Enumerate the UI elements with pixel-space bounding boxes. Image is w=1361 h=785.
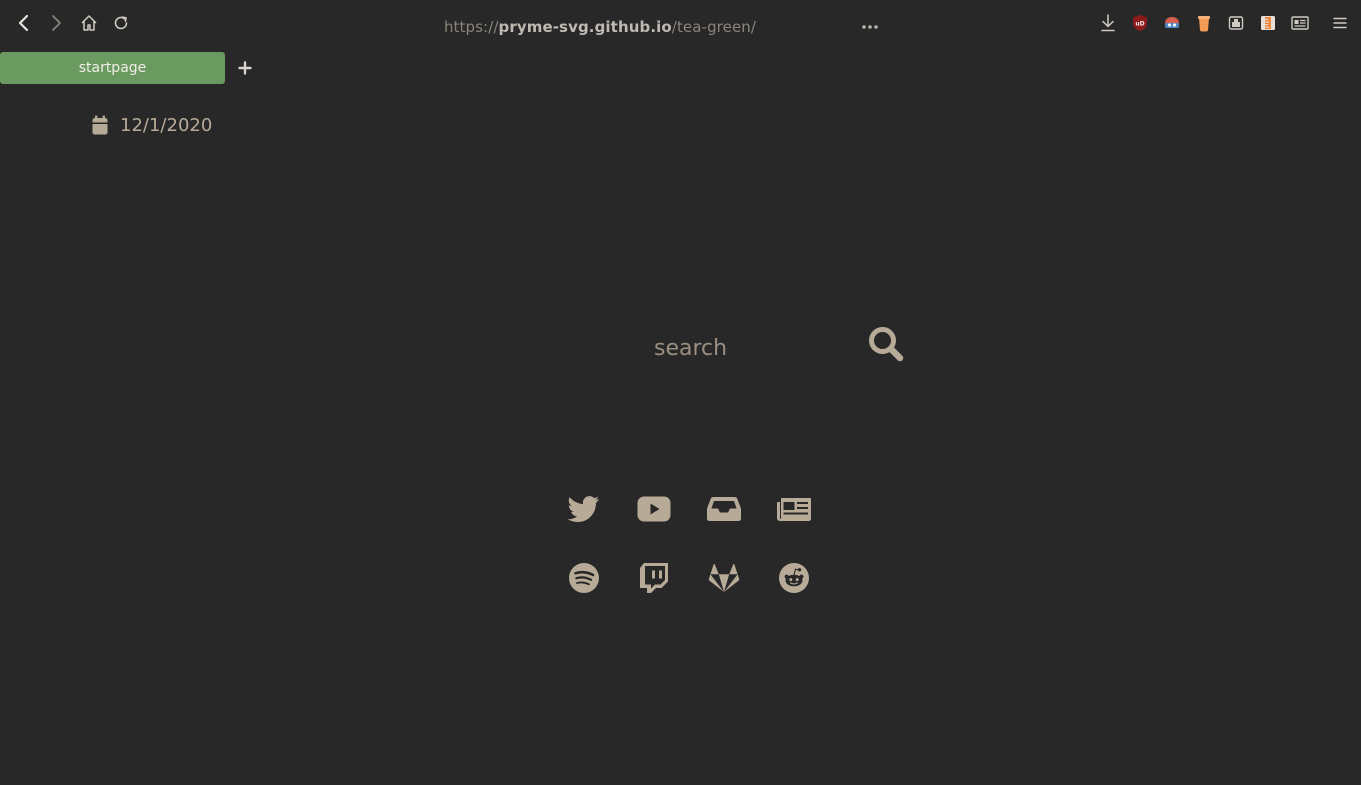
twitch-link[interactable] bbox=[629, 555, 679, 601]
url-path: /tea-green/ bbox=[671, 18, 757, 36]
search-box bbox=[652, 324, 912, 372]
forward-button[interactable] bbox=[43, 10, 69, 36]
search-button[interactable] bbox=[866, 324, 906, 364]
honey-icon bbox=[1198, 16, 1210, 32]
url-host: pryme-svg.github.io bbox=[498, 18, 672, 36]
reader-view-extension[interactable] bbox=[1291, 14, 1309, 32]
inbox-link[interactable] bbox=[699, 486, 749, 532]
gitlab-link[interactable] bbox=[699, 555, 749, 601]
page-actions-button[interactable] bbox=[858, 16, 882, 38]
main-menu-button[interactable] bbox=[1331, 14, 1349, 32]
news-link[interactable] bbox=[769, 486, 819, 532]
home-button[interactable] bbox=[76, 10, 102, 36]
twitter-icon bbox=[568, 496, 599, 522]
spotify-icon bbox=[569, 563, 599, 593]
plus-icon bbox=[238, 61, 252, 75]
reload-icon bbox=[114, 16, 128, 30]
ellipsis-icon bbox=[862, 25, 878, 29]
reddit-icon bbox=[779, 563, 809, 593]
container-extension[interactable] bbox=[1227, 14, 1245, 32]
container-icon bbox=[1228, 16, 1244, 30]
gitlab-icon bbox=[708, 564, 740, 592]
url-bar[interactable]: https://pryme-svg.github.io/tea-green/ bbox=[340, 12, 860, 42]
date-display: 12/1/2020 bbox=[91, 112, 212, 138]
ruler-icon bbox=[1261, 16, 1275, 30]
tab-startpage[interactable]: startpage bbox=[0, 52, 225, 84]
ublock-extension[interactable]: uD bbox=[1131, 14, 1149, 32]
search-icon bbox=[869, 327, 904, 362]
reader-view-icon bbox=[1291, 16, 1309, 30]
downloads-button[interactable] bbox=[1099, 14, 1117, 32]
honey-extension[interactable] bbox=[1195, 14, 1213, 32]
reddit-link[interactable] bbox=[769, 555, 819, 601]
youtube-link[interactable] bbox=[629, 486, 679, 532]
youtube-icon bbox=[637, 496, 671, 522]
svg-text:uD: uD bbox=[1135, 21, 1144, 28]
home-icon bbox=[81, 15, 97, 31]
privacy-badger-icon bbox=[1165, 17, 1179, 28]
download-icon bbox=[1101, 14, 1115, 32]
newspaper-icon bbox=[777, 498, 811, 521]
forward-arrow-icon bbox=[52, 15, 61, 31]
reload-button[interactable] bbox=[108, 10, 134, 36]
back-arrow-icon bbox=[18, 14, 29, 32]
twitter-link[interactable] bbox=[559, 486, 609, 532]
spotify-link[interactable] bbox=[559, 555, 609, 601]
new-tab-button[interactable] bbox=[234, 57, 256, 79]
inbox-icon bbox=[707, 497, 741, 521]
url-scheme: https:// bbox=[443, 18, 499, 36]
calendar-icon bbox=[92, 115, 108, 135]
back-button[interactable] bbox=[11, 10, 37, 36]
search-input[interactable] bbox=[652, 330, 854, 366]
ruler-extension[interactable] bbox=[1259, 14, 1277, 32]
twitch-icon bbox=[640, 563, 668, 593]
privacy-badger-extension[interactable] bbox=[1163, 14, 1181, 32]
tab-label: startpage bbox=[78, 60, 147, 76]
browser-toolbar: https://pryme-svg.github.io/tea-green/ u… bbox=[0, 0, 1361, 48]
date-text: 12/1/2020 bbox=[120, 114, 213, 136]
ublock-icon: uD bbox=[1133, 15, 1147, 31]
hamburger-menu-icon bbox=[1333, 17, 1347, 29]
quick-links bbox=[558, 486, 838, 616]
